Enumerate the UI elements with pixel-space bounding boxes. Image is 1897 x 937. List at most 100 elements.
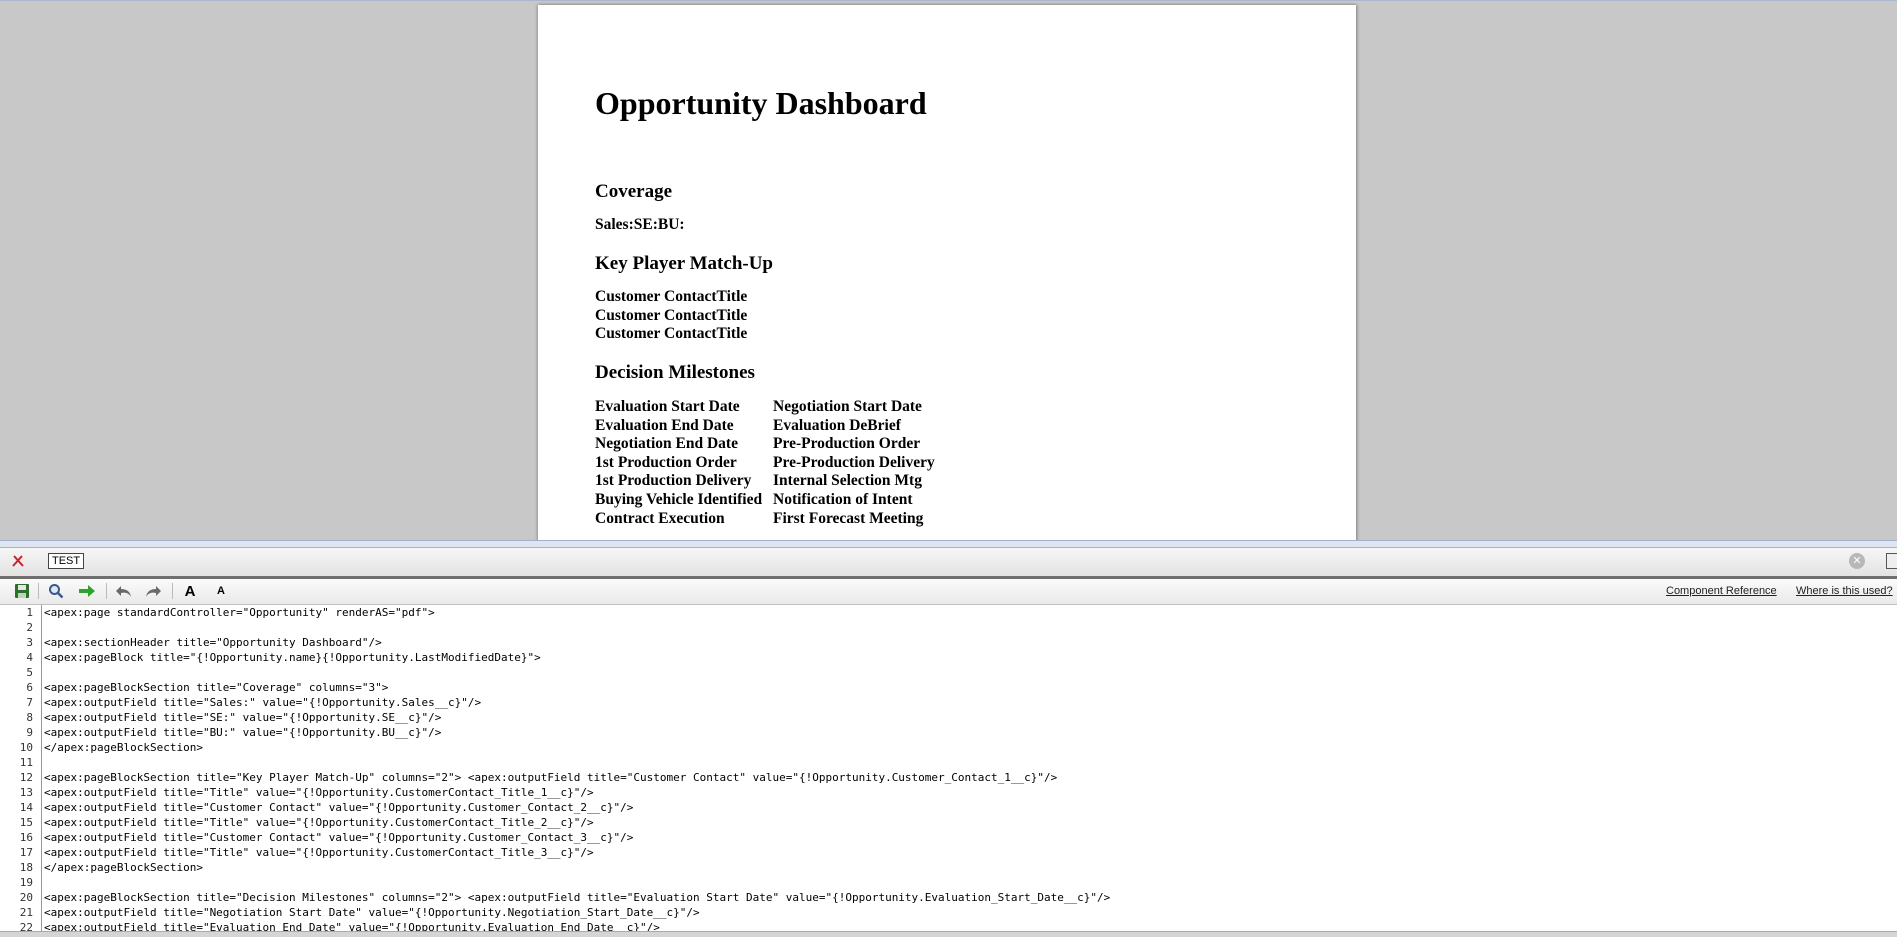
line-number: 16 [19,831,33,844]
table-row: Negotiation End Date Pre-Production Order [595,435,935,454]
undo-icon[interactable] [114,582,134,600]
milestone-cell: Evaluation Start Date [595,398,740,415]
code-line[interactable]: 14 <apex:outputField title="Customer Cont… [0,800,1897,815]
line-number: 8 [26,711,33,724]
line-number: 15 [19,816,33,829]
code-line[interactable]: 12 <apex:pageBlockSection title="Key Play… [0,770,1897,785]
line-number: 17 [19,846,33,859]
code-text[interactable]: <apex:page standardController="Opportuni… [44,605,435,620]
code-line[interactable]: 17 <apex:outputField title="Title" value=… [0,845,1897,860]
collapse-icon[interactable] [1886,553,1897,569]
table-row: Contract Execution First Forecast Meeting [595,510,935,529]
code-line[interactable]: 21 <apex:outputField title="Negotiation S… [0,905,1897,920]
code-editor[interactable]: 1 <apex:page standardController="Opportun… [0,605,1897,931]
milestone-cell: 1st Production Delivery [595,472,752,490]
coverage-line: Sales:SE:BU: [595,216,685,233]
code-text[interactable]: <apex:pageBlock title="{!Opportunity.nam… [44,650,541,665]
key-player-line: Customer ContactTitle [595,307,748,324]
code-text[interactable]: <apex:outputField title="Evaluation End … [44,920,660,931]
code-line[interactable]: 19 [0,875,1897,890]
table-row: Evaluation Start Date Negotiation Start D… [595,398,935,417]
code-line[interactable]: 9 <apex:outputField title="BU:" value="{!… [0,725,1897,740]
code-line[interactable]: 7 <apex:outputField title="Sales:" value=… [0,695,1897,710]
milestone-cell: Internal Selection Mtg [773,472,922,490]
milestone-cell: Pre-Production Order [773,435,921,453]
code-text[interactable]: <apex:outputField title="Sales:" value="… [44,695,481,710]
code-text[interactable]: <apex:outputField title="BU:" value="{!O… [44,725,441,740]
milestone-cell: Contract Execution [595,509,725,527]
code-text[interactable]: <apex:sectionHeader title="Opportunity D… [44,635,382,650]
go-to-line-icon[interactable] [77,582,97,600]
line-number: 12 [19,771,33,784]
editor-toolbar: A A Component Reference Where is this us… [0,579,1897,605]
section-heading-milestones: Decision Milestones [595,362,755,383]
table-row: 1st Production Order Pre-Production Deliv… [595,454,935,473]
line-number: 6 [26,681,33,694]
table-row: Buying Vehicle Identified Notification of… [595,491,935,510]
close-icon[interactable] [10,553,26,569]
code-text[interactable]: </apex:pageBlockSection> [44,740,203,755]
component-reference-link[interactable]: Component Reference [1666,585,1777,597]
close-circle-icon[interactable]: ✕ [1849,553,1865,569]
code-line[interactable]: 11 [0,755,1897,770]
toolbar-divider [38,583,39,599]
code-text[interactable]: <apex:outputField title="Title" value="{… [44,785,594,800]
line-number: 1 [26,606,33,619]
code-line[interactable]: 13 <apex:outputField title="Title" value=… [0,785,1897,800]
milestone-cell: Evaluation DeBrief [773,416,901,434]
code-line[interactable]: 16 <apex:outputField title="Customer Cont… [0,830,1897,845]
code-text[interactable]: <apex:outputField title="SE:" value="{!O… [44,710,441,725]
key-player-line: Customer ContactTitle [595,288,748,305]
code-text[interactable]: <apex:pageBlockSection title="Decision M… [44,890,1110,905]
code-text[interactable]: <apex:pageBlockSection title="Coverage" … [44,680,388,695]
code-line[interactable]: 8 <apex:outputField title="SE:" value="{!… [0,710,1897,725]
where-used-link[interactable]: Where is this used? [1796,585,1893,597]
code-line[interactable]: 3 <apex:sectionHeader title="Opportunity … [0,635,1897,650]
milestone-cell: Negotiation End Date [595,435,738,453]
code-line[interactable]: 5 [0,665,1897,680]
code-line[interactable]: 10 </apex:pageBlockSection> [0,740,1897,755]
redo-icon[interactable] [143,582,163,600]
code-line[interactable]: 2 [0,620,1897,635]
milestone-cell: Pre-Production Delivery [773,453,935,471]
code-text[interactable]: <apex:outputField title="Customer Contac… [44,830,633,845]
save-icon[interactable] [12,582,32,600]
toolbar-divider [106,583,107,599]
search-icon[interactable] [46,582,66,600]
milestone-cell: 1st Production Order [595,453,737,471]
line-number: 4 [26,651,33,664]
line-number: 9 [26,726,33,739]
code-line[interactable]: 22 <apex:outputField title="Evaluation En… [0,920,1897,931]
milestone-cell: Evaluation End Date [595,416,734,434]
line-number: 19 [19,876,33,889]
page-name-tab[interactable]: TEST [48,553,85,569]
code-text[interactable]: <apex:outputField title="Customer Contac… [44,800,633,815]
table-row: Evaluation End Date Evaluation DeBrief [595,417,935,436]
pdf-preview-area: Opportunity Dashboard Coverage Sales:SE:… [0,0,1897,541]
line-number: 3 [26,636,33,649]
code-line[interactable]: 18 </apex:pageBlockSection> [0,860,1897,875]
font-decrease-icon[interactable]: A [211,582,231,600]
code-line[interactable]: 15 <apex:outputField title="Title" value=… [0,815,1897,830]
editor-header: TEST ✕ [0,548,1897,579]
code-text[interactable]: <apex:pageBlockSection title="Key Player… [44,770,1057,785]
font-increase-icon[interactable]: A [180,582,200,600]
line-number: 7 [26,696,33,709]
code-text[interactable]: <apex:outputField title="Title" value="{… [44,845,594,860]
milestone-cell: Negotiation Start Date [773,398,922,415]
pane-splitter[interactable] [0,540,1897,548]
code-line[interactable]: 20 <apex:pageBlockSection title="Decision… [0,890,1897,905]
toolbar-divider [172,583,173,599]
code-line[interactable]: 4 <apex:pageBlock title="{!Opportunity.na… [0,650,1897,665]
milestone-cell: Notification of Intent [773,490,913,508]
section-heading-coverage: Coverage [595,181,673,202]
key-player-line: Customer ContactTitle [595,325,748,342]
code-line[interactable]: 6 <apex:pageBlockSection title="Coverage"… [0,680,1897,695]
milestone-cell: Buying Vehicle Identified [595,490,763,508]
code-text[interactable]: <apex:outputField title="Title" value="{… [44,815,594,830]
code-text[interactable]: <apex:outputField title="Negotiation Sta… [44,905,700,920]
line-number: 5 [26,666,33,679]
milestone-cell: First Forecast Meeting [773,509,924,527]
code-text[interactable]: </apex:pageBlockSection> [44,860,203,875]
code-line[interactable]: 1 <apex:page standardController="Opportun… [0,605,1897,620]
